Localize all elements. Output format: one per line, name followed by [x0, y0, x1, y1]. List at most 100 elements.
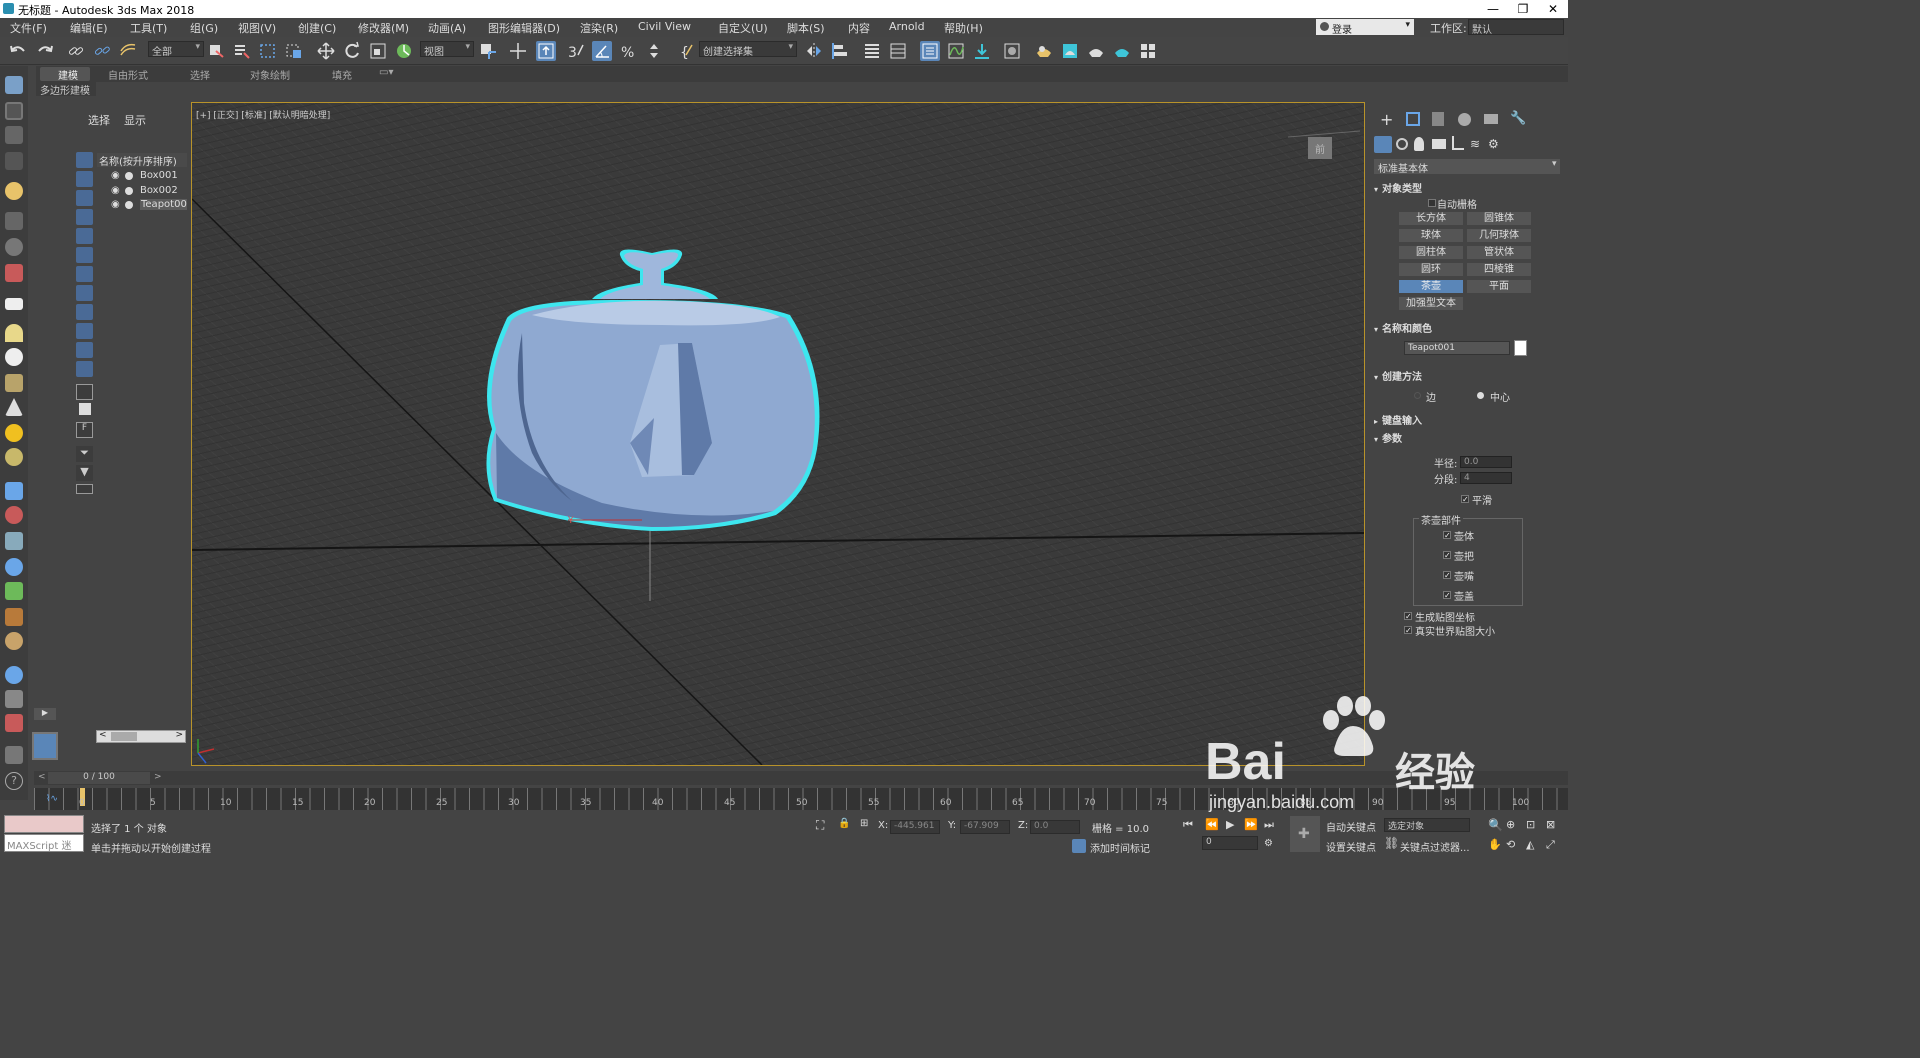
isolate-selection-icon[interactable]: ⛶ — [816, 818, 824, 833]
teapot-button[interactable]: 茶壶 — [1399, 280, 1463, 293]
render-in-cloud-icon[interactable] — [1138, 41, 1158, 61]
selection-lock-icon[interactable]: 🔒 — [838, 818, 850, 829]
cylinder-button[interactable]: 圆柱体 — [1399, 246, 1463, 259]
modify-tab-icon[interactable] — [1406, 112, 1420, 126]
x-coordinate-field[interactable]: -445.961 — [890, 820, 940, 834]
add-time-tag-label[interactable]: 添加时间标记 — [1090, 840, 1150, 855]
cone-icon[interactable] — [5, 398, 23, 416]
menu-arnold[interactable]: Arnold — [889, 20, 925, 33]
cloth-icon[interactable] — [5, 632, 23, 650]
geosphere-icon[interactable] — [5, 374, 23, 392]
geosphere-button[interactable]: 几何球体 — [1467, 229, 1531, 242]
schematic-view-icon[interactable] — [972, 41, 992, 61]
key-mode-dropdown[interactable]: 选定对象 — [1384, 818, 1470, 832]
sphere-button[interactable]: 球体 — [1399, 229, 1463, 242]
keyboard-shortcut-override-icon[interactable] — [536, 41, 556, 61]
orbit-icon[interactable]: ⟲ — [1506, 838, 1515, 851]
viewport-front[interactable]: [+] [正交] [标准] [默认明暗处理] Y 前 — [191, 102, 1365, 766]
radius-spinner[interactable]: 0.0 — [1460, 456, 1512, 468]
menu-civil-view[interactable]: Civil View — [638, 20, 691, 33]
hemisphere-icon[interactable] — [5, 324, 23, 342]
current-frame-field[interactable]: 0 — [1202, 836, 1258, 850]
ribbon-tab-populate[interactable]: 填充 — [332, 67, 352, 82]
utilities-tab-icon[interactable]: 🔧 — [1510, 111, 1526, 126]
filter-lights-icon[interactable] — [76, 190, 93, 206]
pyramid-button[interactable]: 四棱锥 — [1467, 263, 1531, 276]
filter-spacewarps-icon[interactable] — [76, 247, 93, 263]
pivot-center-icon[interactable] — [478, 41, 498, 61]
rollout-name-color[interactable]: ▾ 名称和颜色 — [1374, 320, 1560, 335]
edge-radio[interactable] — [1414, 392, 1421, 399]
scale-icon[interactable] — [368, 41, 388, 61]
prev-key-icon[interactable]: ⏪ — [1205, 818, 1219, 831]
next-frame-icon[interactable]: > — [154, 772, 162, 782]
menu-tools[interactable]: 工具(T) — [130, 20, 167, 36]
hierarchy-tab-icon[interactable] — [1432, 112, 1444, 126]
z-coordinate-field[interactable]: 0.0 — [1030, 820, 1080, 834]
filter-shapes-icon[interactable] — [76, 171, 93, 187]
lid-checkbox[interactable]: ✓ — [1443, 591, 1451, 600]
funnel-filter-icon[interactable]: ▼ — [76, 465, 93, 481]
set-key-big-button[interactable]: ✚ — [1290, 816, 1320, 852]
filter-groups-icon[interactable] — [76, 266, 93, 282]
box-primitive-icon[interactable] — [5, 298, 23, 310]
filter-helpers-icon[interactable] — [76, 228, 93, 244]
minimize-button[interactable]: — — [1478, 0, 1508, 18]
key-filter-icon[interactable]: ⛓ — [1384, 836, 1399, 850]
explorer-hscrollbar[interactable]: < > — [96, 730, 186, 743]
menu-animation[interactable]: 动画(A) — [428, 20, 466, 36]
scene-explorer-icon[interactable] — [920, 41, 940, 61]
ribbon-tab-object-paint[interactable]: 对象绘制 — [250, 67, 290, 82]
percent-snap-icon[interactable]: % — [618, 41, 638, 61]
eye-icon[interactable]: ◉ — [111, 170, 120, 181]
align-icon[interactable] — [830, 41, 850, 61]
filter-containers-icon[interactable] — [76, 323, 93, 339]
maxscript-listener-input[interactable]: MAXScript 迷 — [4, 834, 84, 852]
lights-category-icon[interactable] — [1414, 137, 1424, 151]
torus-icon[interactable] — [5, 448, 23, 466]
object-color-swatch[interactable] — [1514, 340, 1527, 356]
scroll-left-button[interactable]: < — [99, 730, 107, 740]
ribbon-polygon-modeling[interactable]: 多边形建模 — [36, 82, 96, 97]
filter-none-icon[interactable] — [79, 403, 91, 415]
render-activeshade-icon[interactable] — [1112, 41, 1132, 61]
edit-named-selection-icon[interactable]: { — [676, 41, 696, 61]
scroll-right-button[interactable]: > — [175, 730, 183, 740]
reference-coordinate-dropdown[interactable]: 视图 — [420, 41, 474, 58]
ribbon-tab-selection[interactable]: 选择 — [190, 67, 210, 82]
list-icon[interactable] — [5, 126, 23, 144]
scroll-thumb[interactable] — [111, 732, 137, 741]
material-editor-icon[interactable] — [1002, 41, 1022, 61]
angle-snap-icon[interactable] — [592, 41, 612, 61]
rect-selection-icon[interactable] — [258, 41, 278, 61]
close-button[interactable]: ✕ — [1538, 0, 1568, 18]
scripts-icon[interactable] — [5, 690, 23, 708]
time-tag-icon[interactable] — [1072, 839, 1086, 853]
selection-filter-dropdown[interactable]: 全部 — [148, 41, 204, 58]
curve-editor-icon[interactable] — [946, 41, 966, 61]
menu-customize[interactable]: 自定义(U) — [718, 20, 768, 36]
particle-icon[interactable] — [5, 558, 23, 576]
filter-invert-icon[interactable]: F — [76, 422, 93, 438]
snaps-toggle-icon[interactable]: 3 — [566, 41, 586, 61]
display-tab-icon[interactable] — [1484, 114, 1498, 124]
y-coordinate-field[interactable]: -67.909 — [960, 820, 1010, 834]
pan-icon[interactable]: ✋ — [1488, 838, 1502, 851]
real-world-map-checkbox[interactable]: ✓ — [1404, 626, 1412, 635]
prev-frame-icon[interactable]: < — [38, 772, 46, 782]
box-button[interactable]: 长方体 — [1399, 212, 1463, 225]
zoom-icon[interactable]: 🔍 — [1488, 818, 1503, 832]
bone-icon[interactable] — [5, 506, 23, 524]
panel-icon[interactable] — [5, 152, 23, 170]
move-icon[interactable] — [316, 41, 336, 61]
tools-icon[interactable] — [5, 714, 23, 732]
explorer-tab-display[interactable]: 显示 — [124, 112, 146, 128]
named-selection-dropdown[interactable]: 创建选择集 — [699, 41, 797, 58]
rotate-icon[interactable] — [342, 41, 362, 61]
menu-create[interactable]: 创建(C) — [298, 20, 336, 36]
explorer-tab-select[interactable]: 选择 — [88, 112, 110, 128]
eye-icon[interactable]: ◉ — [111, 185, 120, 196]
foliage-icon[interactable] — [5, 582, 23, 600]
biped-icon[interactable] — [5, 532, 23, 550]
menu-graph-editors[interactable]: 图形编辑器(D) — [488, 20, 560, 36]
